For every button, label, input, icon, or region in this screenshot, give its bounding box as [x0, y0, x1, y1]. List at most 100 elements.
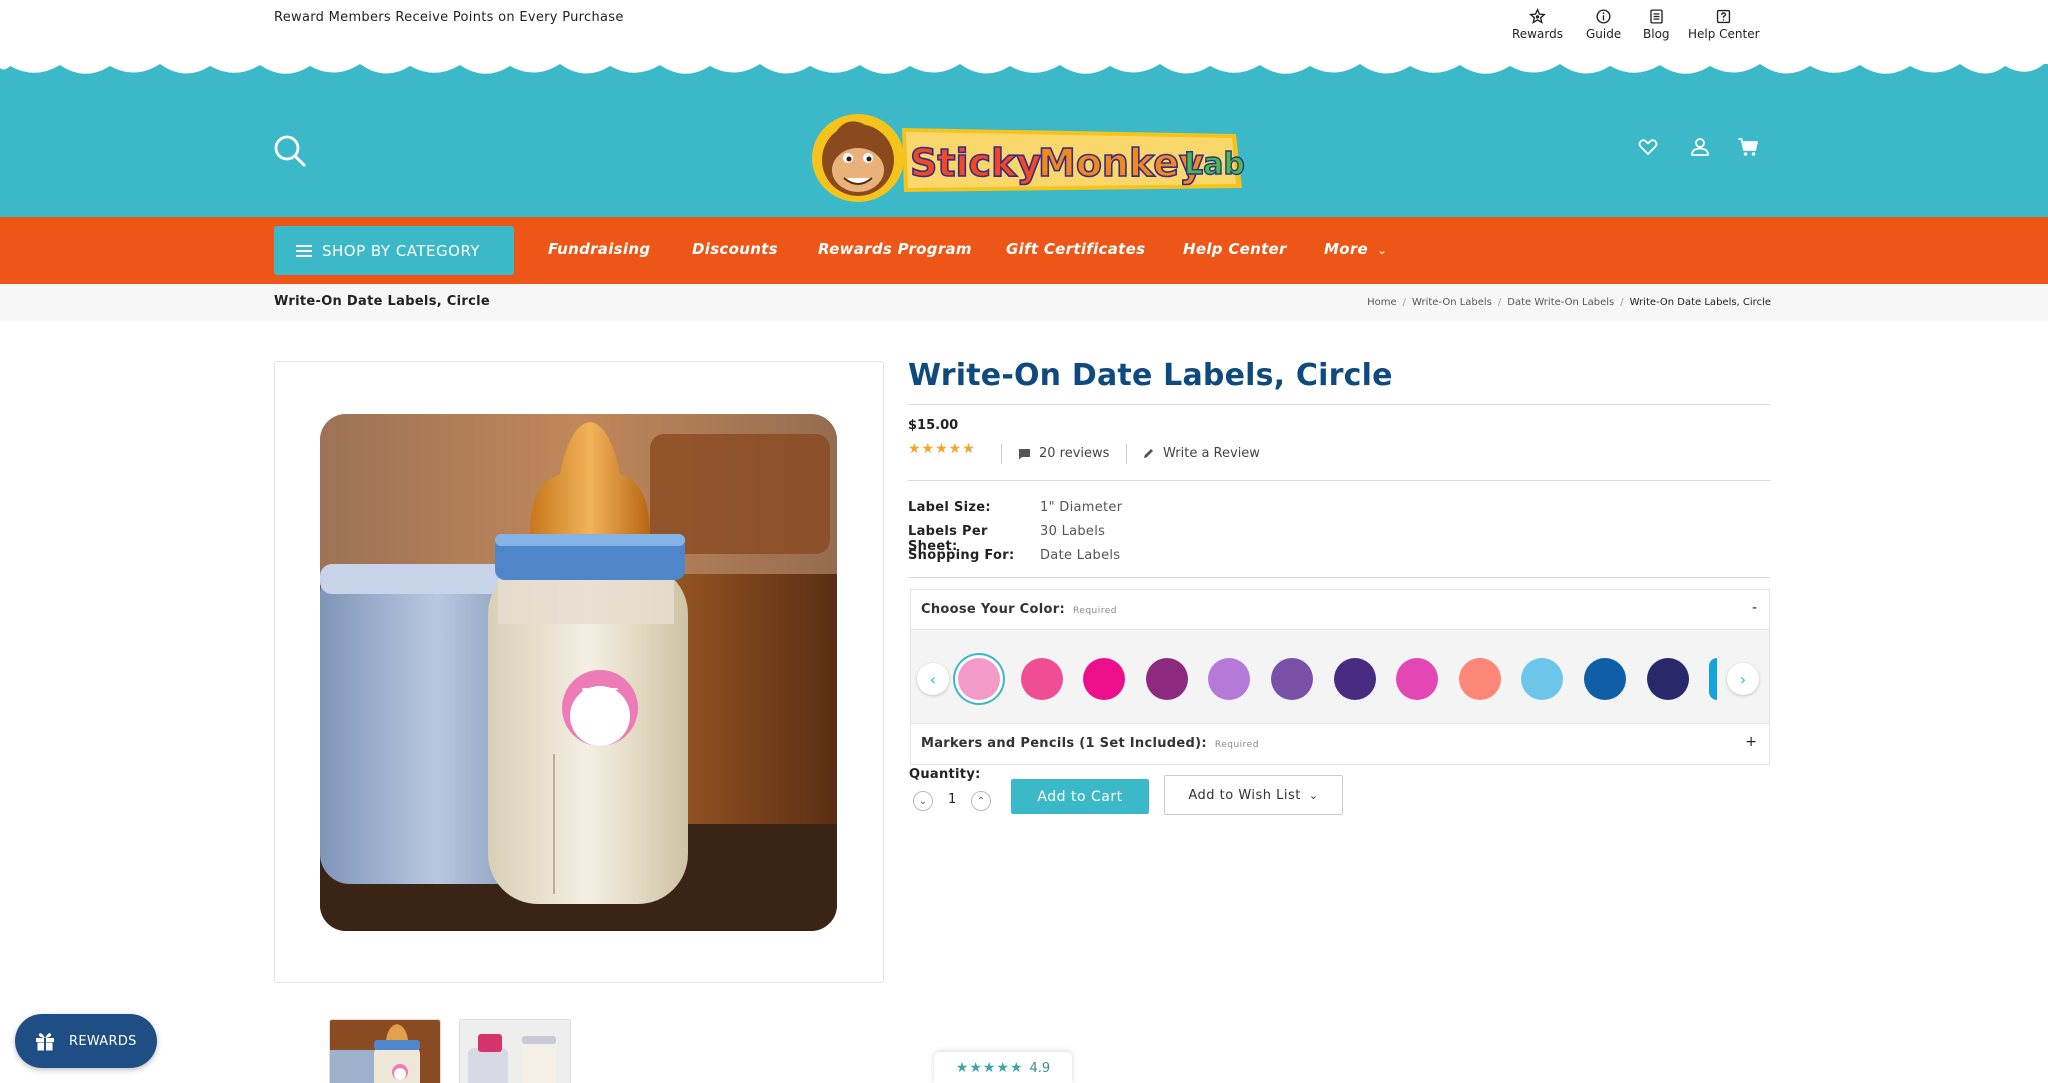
color-swatch[interactable] [1334, 658, 1376, 700]
color-option-header[interactable]: Choose Your Color: Required - [911, 590, 1769, 630]
reviews-count: 20 reviews [1039, 446, 1110, 461]
quantity-label: Quantity: [909, 767, 981, 782]
help-center-link[interactable]: Help Center [1688, 8, 1760, 41]
rewards-launcher-button[interactable]: REWARDS [15, 1014, 157, 1068]
divider [908, 480, 1770, 481]
shop-by-category-label: SHOP BY CATEGORY [322, 241, 481, 260]
info-icon [1596, 9, 1611, 24]
rating-badge-value: 4.9 [1029, 1060, 1051, 1076]
color-option-label: Choose Your Color: Required [921, 602, 1117, 617]
rewards-link[interactable]: Rewards [1512, 8, 1563, 41]
sticky-monkey-logo[interactable]: Sticky Monkey Lab [806, 108, 1246, 204]
add-to-wishlist-label: Add to Wish List [1188, 787, 1301, 803]
rating-stars[interactable]: ★★★★★ [908, 441, 976, 457]
chevron-down-icon: ⌄ [918, 795, 928, 807]
required-tag: Required [1072, 606, 1118, 616]
shop-by-category-button[interactable]: SHOP BY CATEGORY [274, 226, 514, 275]
color-swatch[interactable] [1647, 658, 1689, 700]
hamburger-icon [296, 244, 312, 257]
store-rating-badge[interactable]: ★★★★★ 4.9 [934, 1052, 1072, 1083]
breadcrumb-current: Write-On Date Labels, Circle [1629, 297, 1771, 308]
color-swatch[interactable] [958, 658, 1000, 700]
nav-discounts[interactable]: Discounts [692, 240, 778, 258]
cloud-border-decoration [0, 46, 2048, 82]
color-swatch[interactable] [1208, 658, 1250, 700]
divider [908, 404, 1770, 405]
carousel-next-button[interactable]: › [1727, 663, 1759, 695]
nav-gift-certificates[interactable]: Gift Certificates [1006, 240, 1145, 258]
spec-key: Shopping For: [908, 548, 1015, 563]
gift-icon [36, 1033, 54, 1051]
nav-rewards-program[interactable]: Rewards Program [818, 240, 972, 258]
product-title: Write-On Date Labels, Circle [908, 358, 1393, 393]
heart-icon[interactable] [1637, 136, 1659, 158]
carousel-prev-button[interactable]: ‹ [917, 663, 949, 695]
search-icon[interactable] [272, 133, 308, 169]
product-options: Choose Your Color: Required - ‹ › Markers… [910, 589, 1770, 765]
divider [908, 577, 1770, 578]
color-swatch[interactable] [1709, 658, 1717, 700]
thumbnail-2[interactable] [459, 1019, 571, 1083]
guide-link-label: Guide [1586, 27, 1622, 41]
color-swatch[interactable] [1146, 658, 1188, 700]
expand-toggle[interactable]: + [1745, 734, 1757, 750]
comment-icon [1019, 448, 1030, 459]
breadcrumb: Home / Write-On Labels / Date Write-On L… [1367, 297, 1771, 308]
write-review-link[interactable]: Write a Review [1142, 446, 1260, 461]
quantity-increase-button[interactable]: ⌃ [971, 791, 991, 811]
breadcrumb-separator: / [1620, 297, 1624, 308]
quantity-decrease-button[interactable]: ⌄ [913, 791, 933, 811]
thumbnail-image [460, 1020, 570, 1083]
spec-value: 1" Diameter [1040, 500, 1123, 515]
chevron-down-icon: ⌄ [1308, 788, 1319, 802]
add-to-wishlist-button[interactable]: Add to Wish List ⌄ [1164, 775, 1343, 815]
rewards-link-label: Rewards [1512, 27, 1563, 41]
thumbnail-image [330, 1020, 440, 1083]
color-swatch[interactable] [1459, 658, 1501, 700]
product-main-image[interactable]: DATE [320, 414, 837, 931]
color-swatch[interactable] [1271, 658, 1313, 700]
thumbnail-1[interactable] [329, 1019, 441, 1083]
markers-option-header[interactable]: Markers and Pencils (1 Set Included): Req… [911, 723, 1769, 764]
breadcrumb-home[interactable]: Home [1367, 297, 1397, 308]
color-swatch[interactable] [1584, 658, 1626, 700]
chevron-right-icon: › [1739, 669, 1747, 689]
blog-link-label: Blog [1643, 27, 1670, 41]
nav-more-label: More [1324, 240, 1369, 258]
page: Reward Members Receive Points on Every P… [0, 0, 2048, 1083]
pencil-icon [1144, 449, 1153, 458]
spec-value: Date Labels [1040, 548, 1121, 563]
chevron-up-icon: ⌃ [976, 795, 986, 807]
reviews-link[interactable]: 20 reviews [1018, 446, 1109, 461]
write-review-label: Write a Review [1163, 446, 1260, 461]
svg-text:Sticky: Sticky [910, 141, 1041, 185]
cart-icon[interactable] [1737, 136, 1759, 158]
breadcrumb-separator: / [1497, 297, 1502, 308]
nav-fundraising[interactable]: Fundraising [548, 240, 650, 258]
color-swatch[interactable] [1396, 658, 1438, 700]
help-center-link-label: Help Center [1688, 27, 1760, 41]
collapse-toggle[interactable]: - [1752, 600, 1757, 616]
product-price: $15.00 [908, 418, 959, 433]
spec-value: 30 Labels [1040, 524, 1106, 539]
markers-option-label: Markers and Pencils (1 Set Included): Req… [921, 736, 1259, 751]
color-swatch[interactable] [1021, 658, 1063, 700]
breadcrumb-date-write-on-labels[interactable]: Date Write-On Labels [1507, 297, 1614, 308]
nav-help-center[interactable]: Help Center [1183, 240, 1287, 258]
blog-link[interactable]: Blog [1643, 8, 1670, 41]
breadcrumb-write-on-labels[interactable]: Write-On Labels [1412, 297, 1492, 308]
user-icon[interactable] [1689, 136, 1711, 158]
add-to-cart-button[interactable]: Add to Cart [1011, 779, 1149, 814]
color-swatch[interactable] [1521, 658, 1563, 700]
divider [1126, 444, 1127, 464]
divider [1001, 444, 1002, 464]
color-swatch-carousel: ‹ › [911, 631, 1769, 723]
nav-more[interactable]: More ⌄ [1324, 240, 1387, 258]
breadcrumb-separator: / [1402, 297, 1407, 308]
required-tag: Required [1214, 740, 1259, 750]
rewards-launcher-label: REWARDS [69, 1033, 137, 1049]
guide-link[interactable]: Guide [1586, 8, 1621, 41]
color-swatch[interactable] [1083, 658, 1125, 700]
svg-text:Lab: Lab [1184, 147, 1245, 182]
quantity-input[interactable]: 1 [948, 792, 956, 807]
